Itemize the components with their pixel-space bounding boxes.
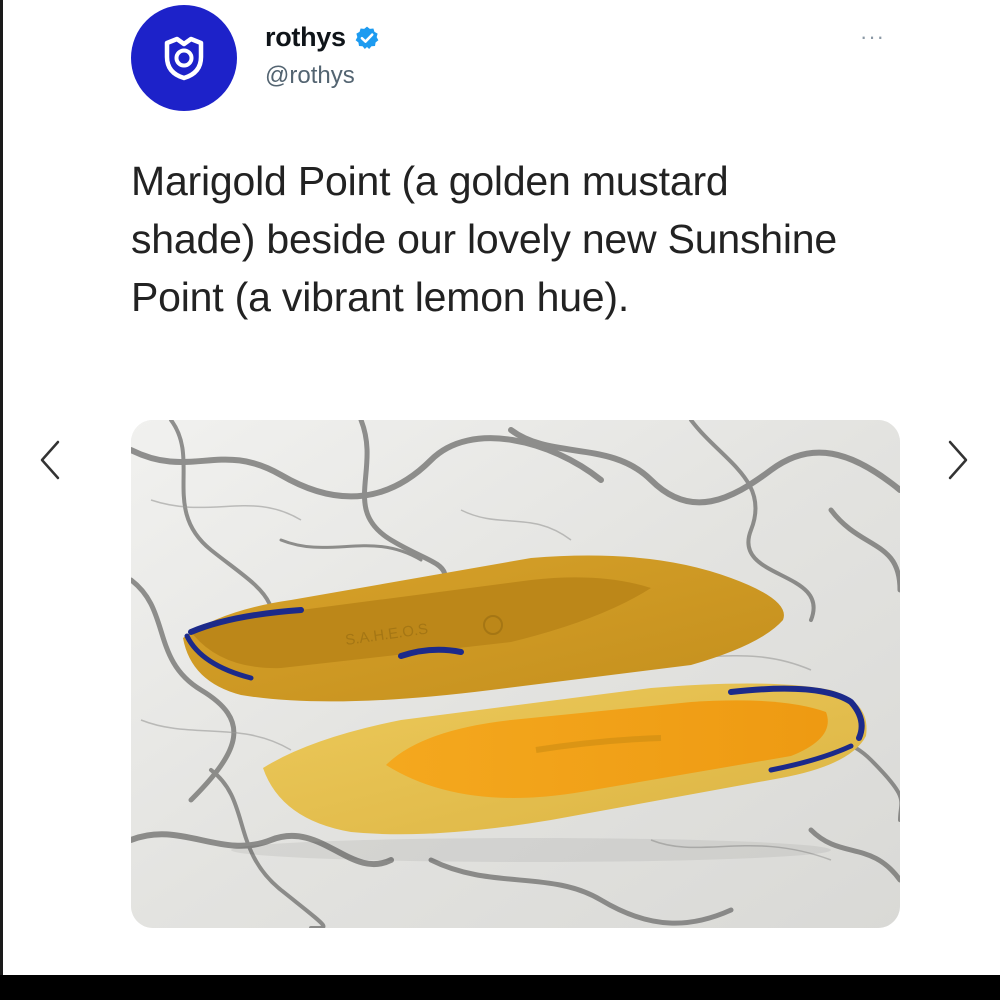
chevron-left-icon [40, 440, 60, 480]
tweet-photo[interactable]: S.A.H.E.O.S [131, 420, 900, 928]
left-border [0, 0, 3, 975]
rothys-logo-icon [164, 36, 204, 81]
next-button[interactable] [938, 432, 978, 488]
verified-badge-icon [355, 26, 379, 49]
handle[interactable]: @rothys [265, 62, 355, 90]
bottom-bar [0, 975, 1000, 1000]
author-name-row: rothys [265, 22, 380, 53]
tweet-text: Marigold Point (a golden mustard shade) … [131, 158, 837, 320]
avatar[interactable] [131, 5, 237, 111]
display-name[interactable]: rothys [265, 22, 346, 53]
previous-button[interactable] [30, 432, 70, 488]
chevron-right-icon [948, 440, 968, 480]
more-options-button[interactable]: ··· [860, 24, 885, 50]
shoes-on-marble-image: S.A.H.E.O.S [131, 420, 900, 928]
